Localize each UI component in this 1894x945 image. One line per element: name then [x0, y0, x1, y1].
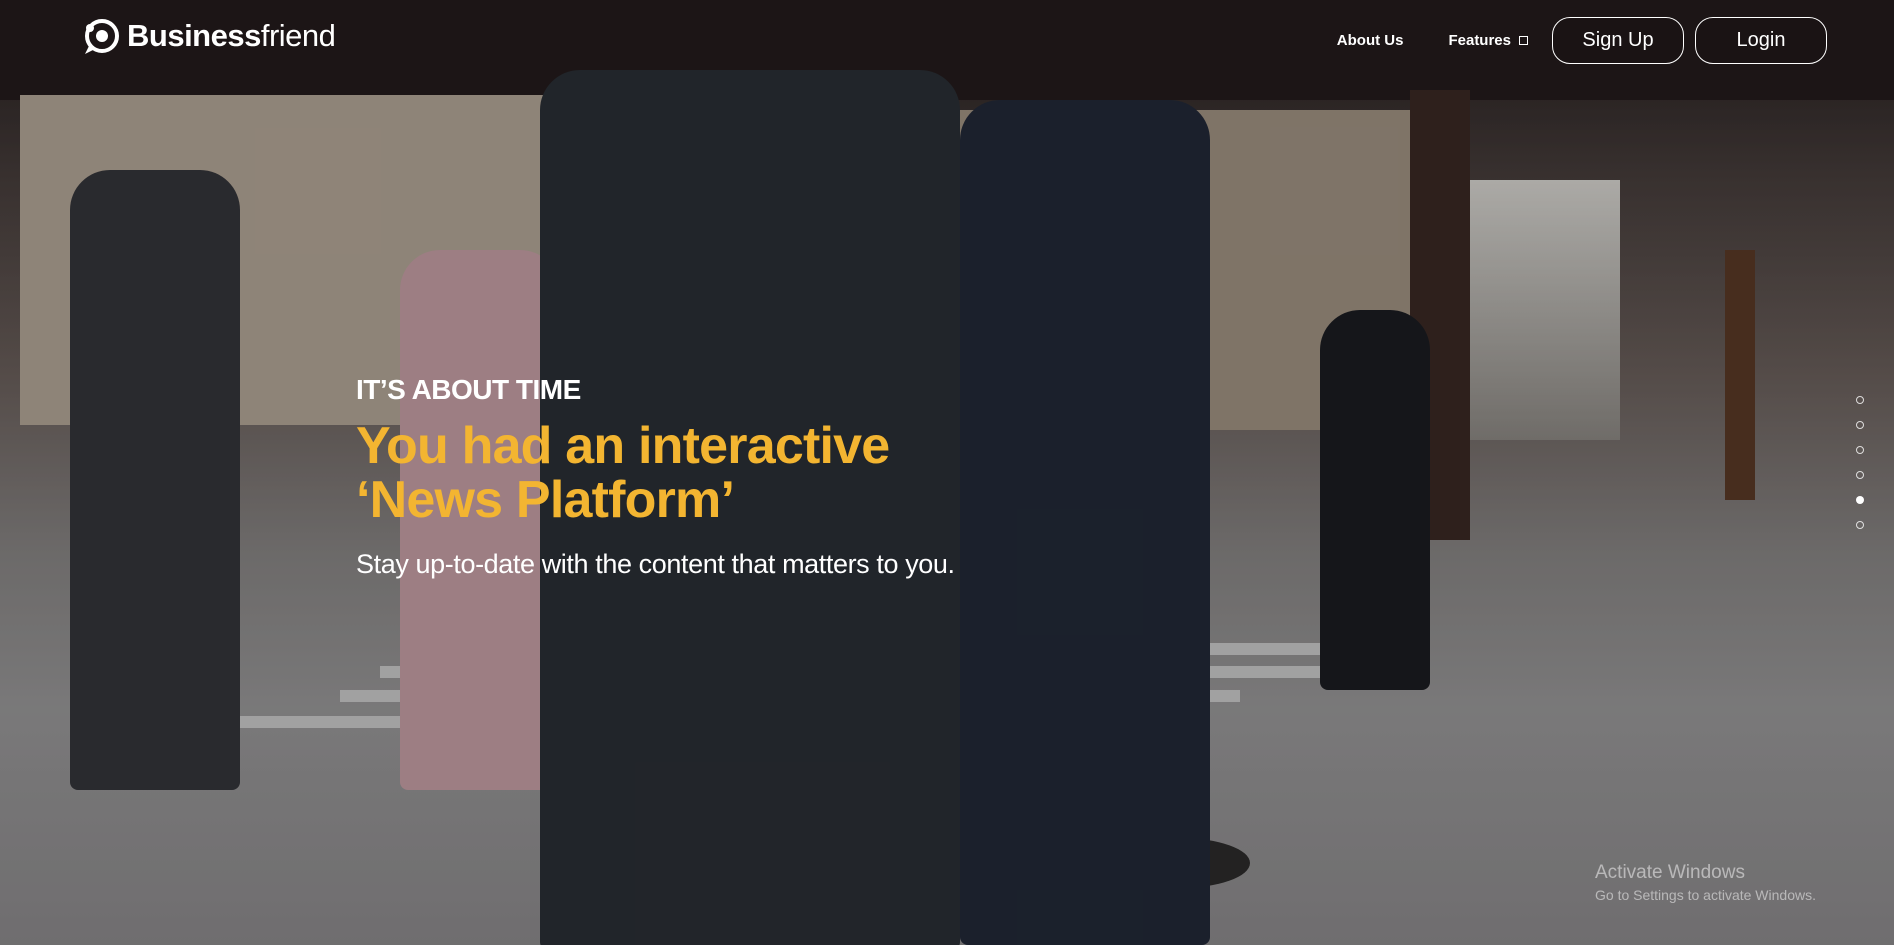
brand-logo[interactable]: Businessfriend	[81, 16, 336, 56]
watermark-subtitle: Go to Settings to activate Windows.	[1595, 887, 1816, 903]
dropdown-square-icon	[1519, 36, 1528, 45]
nav-about-us[interactable]: About Us	[1337, 32, 1404, 49]
hero-headline-line2: ‘News Platform’	[356, 471, 735, 529]
speech-bubble-logo-icon	[81, 16, 121, 56]
hero-subline: Stay up-to-date with the content that ma…	[356, 549, 955, 579]
slider-dot-5[interactable]	[1856, 496, 1864, 504]
slider-dot-1[interactable]	[1856, 396, 1864, 404]
watermark-title: Activate Windows	[1595, 862, 1745, 883]
hero-headline-line1: You had an interactive	[356, 417, 890, 475]
login-button[interactable]: Login	[1695, 17, 1827, 64]
slider-dot-4[interactable]	[1856, 471, 1864, 479]
nav-features[interactable]: Features	[1448, 32, 1528, 49]
sign-up-button[interactable]: Sign Up	[1552, 17, 1684, 64]
hero-headline: You had an interactive ‘News Platform’	[356, 419, 955, 527]
slider-dot-6[interactable]	[1856, 521, 1864, 529]
slider-dots	[1856, 396, 1864, 529]
hero-copy: IT’S ABOUT TIME You had an interactive ‘…	[356, 374, 955, 580]
nav-links: About Us Features Sign Up Login	[1337, 17, 1827, 64]
hero-eyebrow: IT’S ABOUT TIME	[356, 374, 581, 405]
slider-dot-2[interactable]	[1856, 421, 1864, 429]
windows-activation-watermark: Activate Windows Go to Settings to activ…	[1595, 862, 1816, 903]
nav-features-label: Features	[1448, 32, 1511, 49]
top-navbar: Businessfriend About Us Features Sign Up…	[0, 0, 1894, 80]
brand-name: Businessfriend	[127, 18, 336, 53]
slider-dot-3[interactable]	[1856, 446, 1864, 454]
